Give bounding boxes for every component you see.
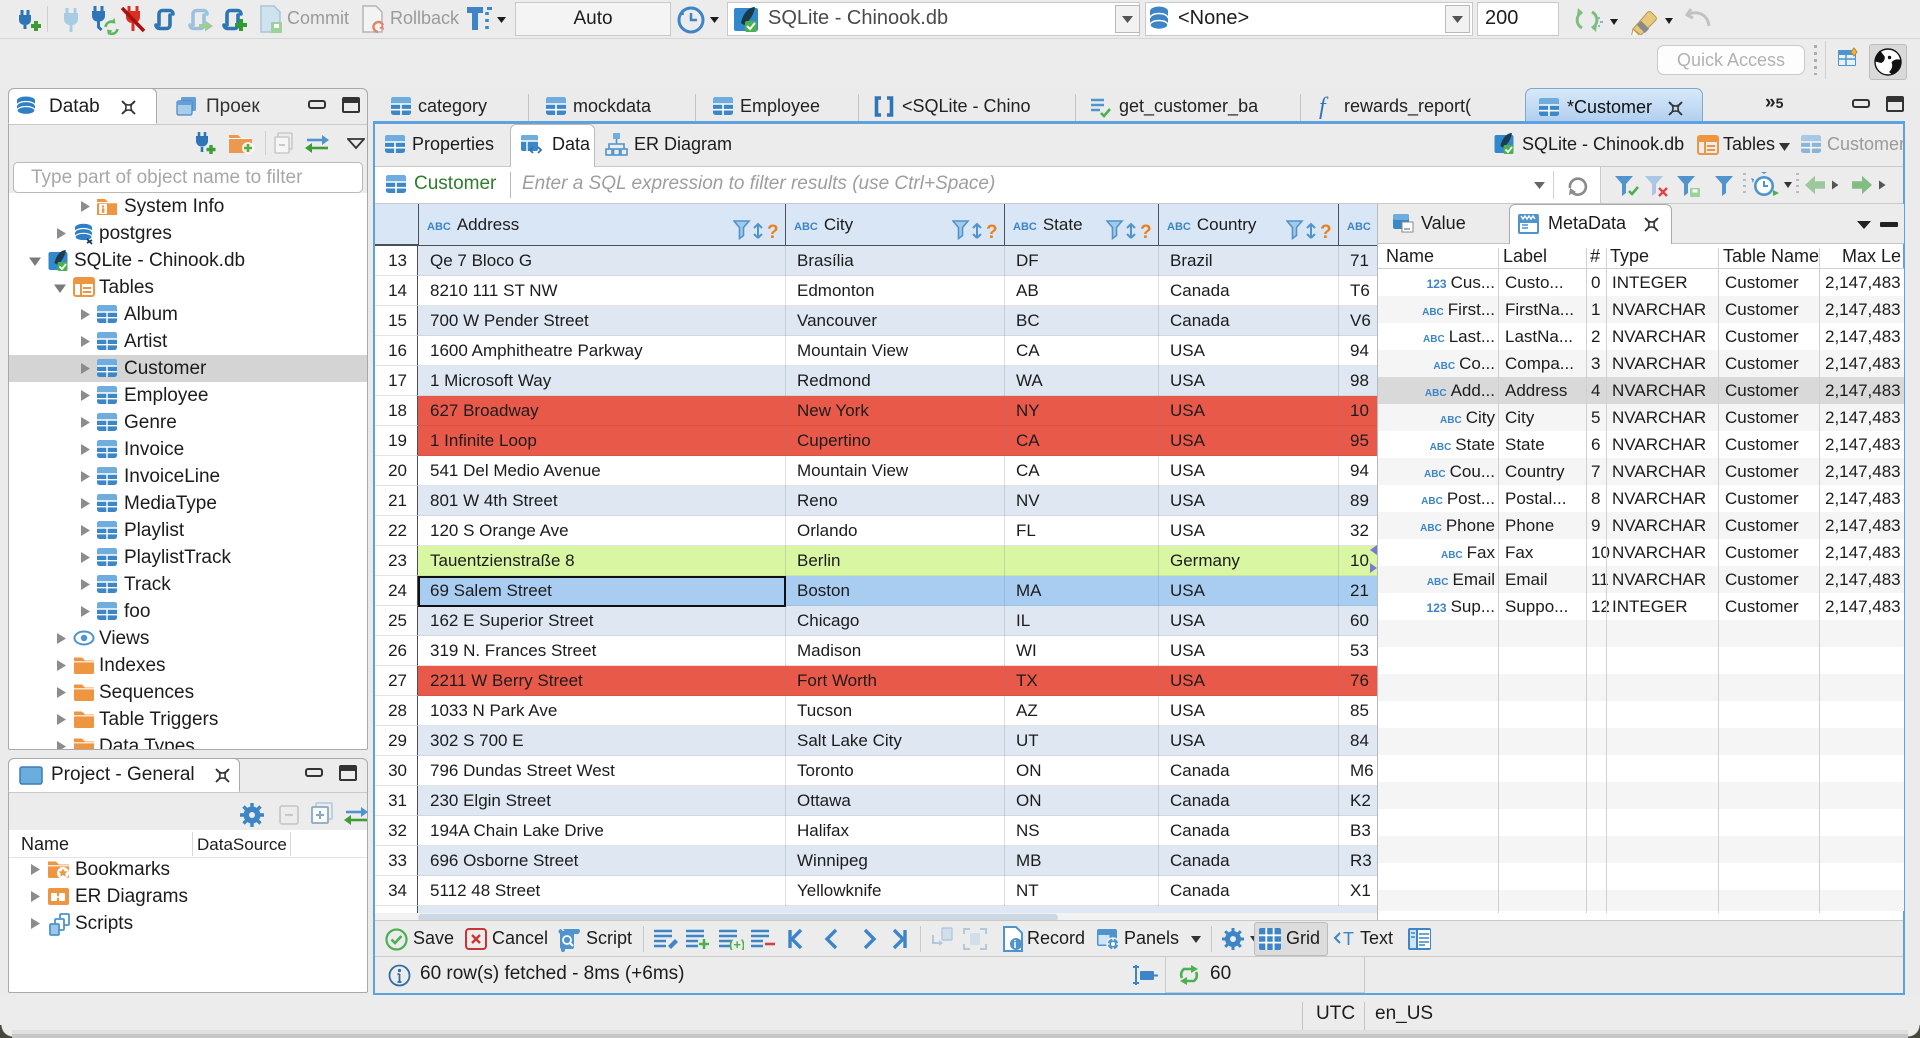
svg-text:?: ? xyxy=(1320,222,1332,242)
svg-text:?: ? xyxy=(986,222,998,242)
svg-text:T: T xyxy=(1343,929,1354,949)
svg-text:?: ? xyxy=(1140,222,1152,242)
svg-text:(+): (+) xyxy=(729,937,744,950)
svg-text:f: f xyxy=(1319,95,1329,119)
svg-text:?: ? xyxy=(767,222,779,242)
svg-text:i: i xyxy=(1014,939,1017,951)
